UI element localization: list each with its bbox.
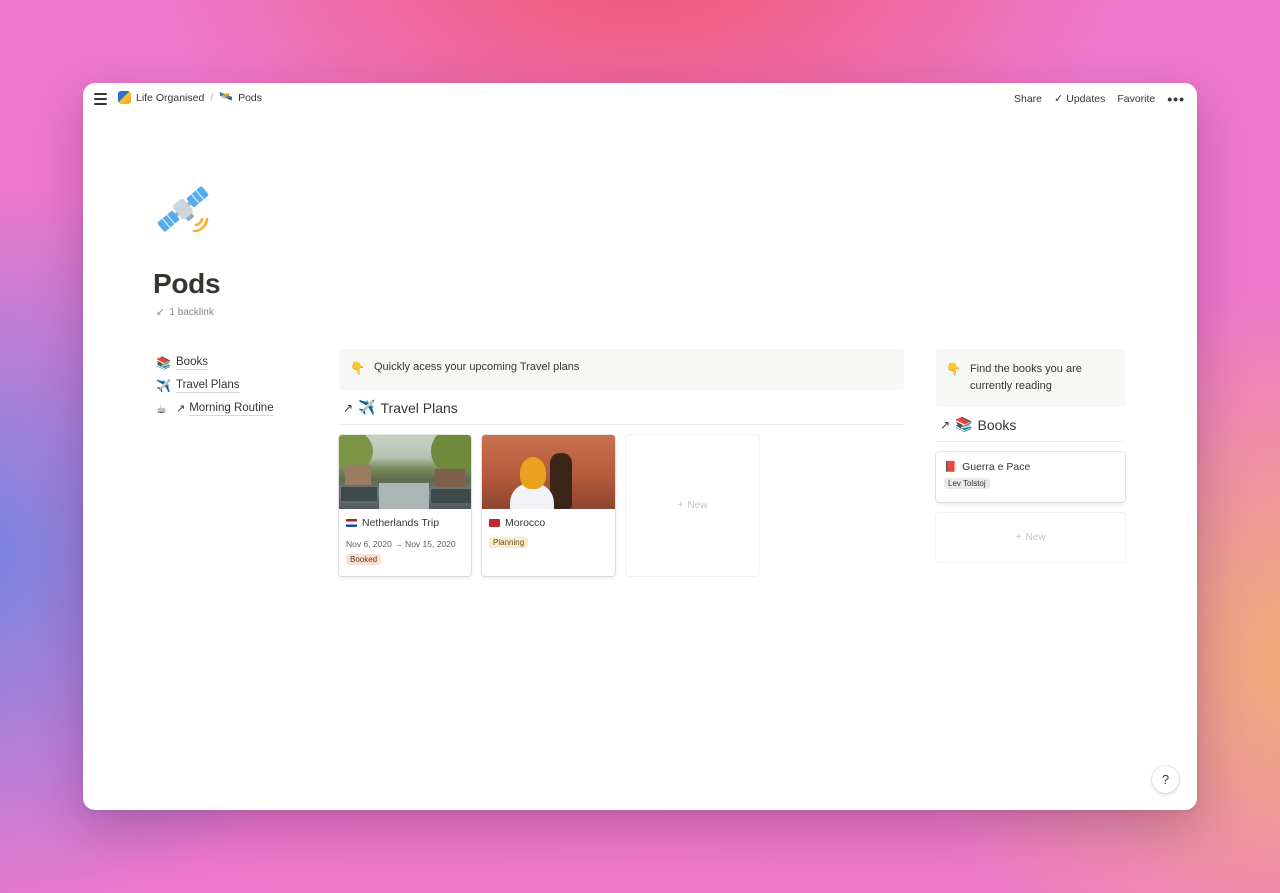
trip-dates: Nov 6, 2020 → Nov 15, 2020 (346, 539, 456, 549)
books-callout-text: Find the books you are currently reading (969, 363, 1082, 392)
books-icon: 📚 (156, 355, 171, 370)
travel-callout-text: Quickly acess your upcoming Travel plans (373, 361, 580, 373)
red-book-icon: 📕 (944, 461, 958, 473)
travel-callout: 👇 Quickly acess your upcoming Travel pla… (339, 349, 904, 390)
morocco-flag-icon (489, 519, 500, 527)
satellite-icon: 🛰️ (219, 91, 234, 103)
breadcrumb-separator: / (210, 91, 214, 104)
workspace-logo-icon (118, 91, 131, 104)
new-book-card-button[interactable]: + New (936, 513, 1125, 562)
backlink-arrow-icon: ↙ (156, 307, 165, 318)
gallery-card-netherlands[interactable]: Netherlands Trip Nov 6, 2020 → Nov 15, 2… (339, 435, 471, 576)
plus-icon: + (677, 500, 684, 511)
link-travel-plans[interactable]: ✈️ Travel Plans (156, 374, 274, 397)
menu-icon[interactable] (94, 93, 107, 105)
page-title: Pods (153, 268, 221, 299)
divider (936, 441, 1125, 442)
help-button[interactable]: ? (1152, 766, 1179, 793)
travel-plans-heading[interactable]: ↗ ✈️ Travel Plans (343, 399, 458, 416)
gallery-card-morocco[interactable]: Morocco Planning (482, 435, 615, 576)
morocco-cover-image (482, 435, 615, 509)
share-button[interactable]: Share (1014, 93, 1042, 105)
link-arrow-icon: ↗ (176, 403, 186, 415)
top-bar: Life Organised / 🛰️ Pods Share ✓ Updates… (83, 83, 1197, 117)
page-satellite-icon[interactable] (152, 181, 214, 243)
new-travel-card-button[interactable]: + New (626, 435, 759, 576)
link-books[interactable]: 📚 Books (156, 351, 274, 374)
plus-icon: + (1015, 532, 1022, 543)
coffee-icon: ☕ (156, 401, 167, 416)
updates-button[interactable]: ✓ Updates (1054, 92, 1105, 106)
more-options-icon[interactable]: ••• (1167, 92, 1185, 106)
netherlands-cover-image (339, 435, 471, 509)
breadcrumb-workspace[interactable]: Life Organised (118, 91, 204, 104)
favorite-button[interactable]: Favorite (1117, 93, 1155, 105)
breadcrumb-page[interactable]: 🛰️ Pods (219, 92, 262, 104)
books-heading[interactable]: ↗ 📚 Books (940, 416, 1016, 433)
airplane-icon: ✈️ (358, 399, 376, 415)
breadcrumb: Life Organised / 🛰️ Pods (118, 91, 262, 104)
linked-pages-list: 📚 Books ✈️ Travel Plans ☕ ↗ Morning Rout… (156, 351, 274, 420)
link-arrow-icon: ↗ (343, 400, 354, 415)
divider (339, 424, 904, 425)
books-icon: 📚 (955, 416, 973, 432)
notion-window: Life Organised / 🛰️ Pods Share ✓ Updates… (83, 83, 1197, 810)
netherlands-flag-icon (346, 519, 357, 527)
books-callout: 👇 Find the books you are currently readi… (936, 349, 1125, 407)
airplane-icon: ✈️ (156, 378, 171, 393)
pointing-down-icon: 👇 (350, 361, 365, 375)
status-badge: Planning (489, 537, 529, 548)
link-morning-routine[interactable]: ☕ ↗ Morning Routine (156, 397, 274, 420)
backlinks-button[interactable]: ↙ 1 backlink (156, 307, 214, 318)
pointing-down-icon: 👇 (946, 362, 961, 376)
book-card-guerra-e-pace[interactable]: 📕 Guerra e Pace Lev Tolstoj (936, 452, 1125, 502)
top-actions: Share ✓ Updates Favorite ••• (1014, 92, 1185, 106)
author-tag: Lev Tolstoj (944, 478, 990, 489)
link-arrow-icon: ↗ (940, 417, 951, 432)
check-icon: ✓ (1054, 93, 1064, 105)
status-badge: Booked (346, 554, 382, 565)
